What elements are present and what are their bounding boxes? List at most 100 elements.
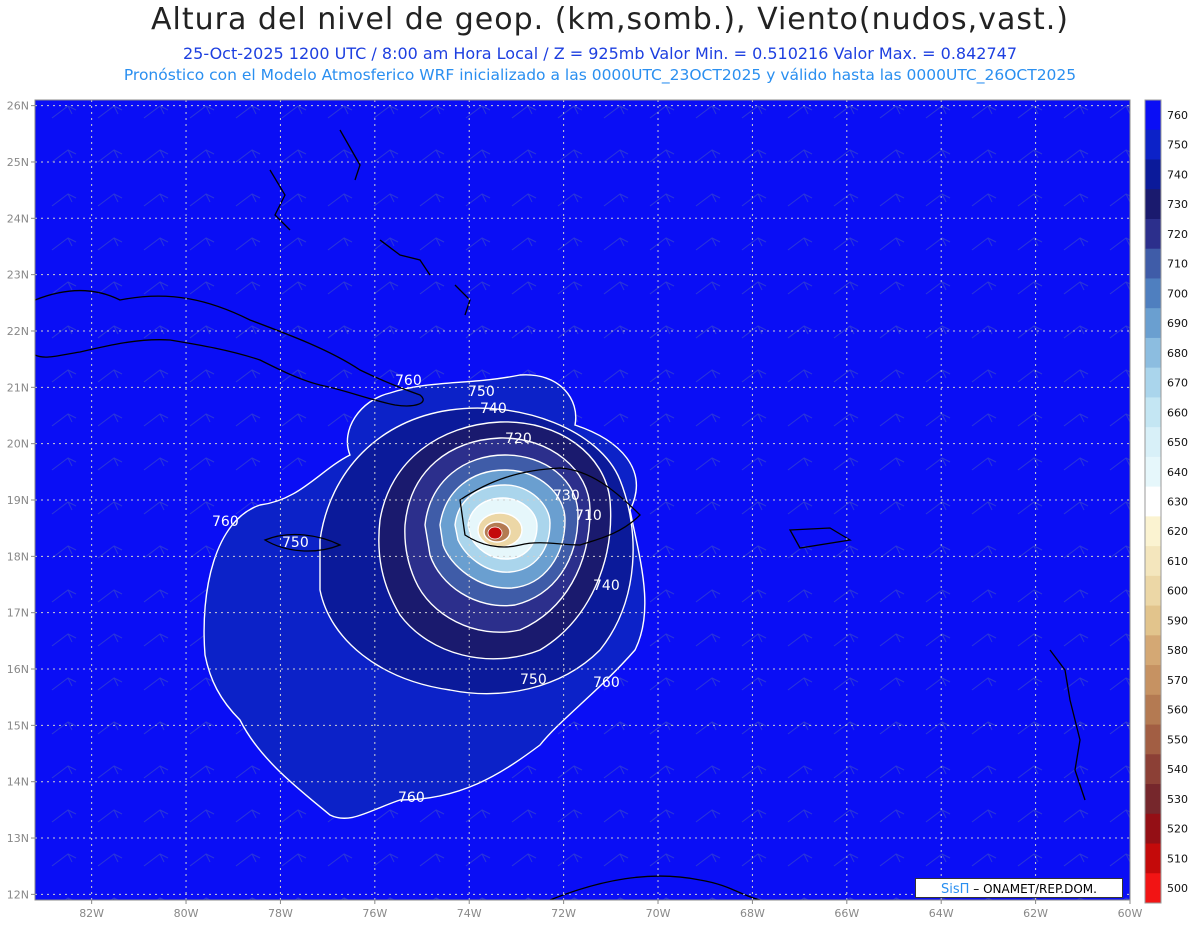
colorbar-swatch	[1145, 486, 1161, 517]
colorbar-swatch	[1145, 784, 1161, 815]
colorbar-swatch	[1145, 873, 1161, 904]
contour-label: 730	[553, 488, 580, 504]
colorbar-label: 570	[1167, 674, 1188, 687]
colorbar-label: 730	[1167, 198, 1188, 211]
lat-tick-label: 17N	[7, 607, 29, 620]
colorbar-swatch	[1145, 218, 1161, 250]
colorbar-swatch	[1145, 546, 1161, 577]
colorbar-label: 630	[1167, 496, 1188, 509]
colorbar-swatch	[1145, 605, 1161, 636]
colorbar-swatch	[1145, 397, 1161, 428]
lon-tick-label: 60W	[1118, 907, 1143, 920]
colorbar-label: 510	[1167, 852, 1188, 865]
contour-label: 750	[282, 535, 309, 551]
colorbar-label: 720	[1167, 228, 1188, 241]
lon-tick-label: 74W	[457, 907, 482, 920]
lat-tick-label: 24N	[7, 212, 29, 225]
colorbar: 760 750 740 730 720 710 700 690 680 670 660 650 640 6…	[1144, 99, 1188, 904]
colorbar-label: 760	[1167, 109, 1188, 122]
latitude-labels: 26N 25N 24N 23N 22N 21N 20N 19N 18N 17N 16N 15N 14N 1…	[7, 100, 35, 901]
lat-tick-label: 14N	[7, 776, 29, 789]
colorbar-swatch	[1145, 367, 1161, 398]
lon-tick-label: 66W	[834, 907, 859, 920]
colorbar-swatch	[1145, 337, 1161, 369]
colorbar-label: 710	[1167, 258, 1188, 271]
contour-label: 760	[398, 790, 425, 806]
colorbar-swatch	[1145, 129, 1161, 160]
colorbar-label: 650	[1167, 436, 1188, 449]
colorbar-swatch	[1145, 456, 1161, 488]
lon-tick-label: 68W	[740, 907, 765, 920]
lat-tick-label: 22N	[7, 325, 29, 338]
lat-tick-label: 25N	[7, 156, 29, 169]
colorbar-label: 530	[1167, 793, 1188, 806]
lon-tick-label: 78W	[268, 907, 293, 920]
contour-label: 740	[593, 578, 620, 594]
lat-tick-label: 15N	[7, 719, 29, 732]
lat-tick-label: 23N	[7, 269, 29, 282]
colorbar-swatch	[1145, 427, 1161, 458]
colorbar-label: 620	[1167, 525, 1188, 538]
longitude-labels: 82W 80W 78W 76W 74W 72W 70W 68W 66W 64W 62W 60W	[79, 900, 1143, 920]
colorbar-swatch	[1145, 278, 1161, 309]
lon-tick-label: 72W	[551, 907, 576, 920]
colorbar-swatch	[1145, 813, 1161, 845]
colorbar-swatch	[1145, 843, 1161, 874]
credit-box: SisΠ – ONAMET/REP.DOM.	[915, 878, 1123, 898]
lon-tick-label: 64W	[929, 907, 954, 920]
colorbar-swatch	[1145, 308, 1161, 339]
colorbar-label: 600	[1167, 585, 1188, 598]
colorbar-swatch	[1145, 575, 1161, 607]
colorbar-swatch	[1145, 665, 1161, 696]
colorbar-label: 740	[1167, 168, 1188, 181]
contour-label: 760	[593, 675, 620, 691]
colorbar-label: 680	[1167, 347, 1188, 360]
colorbar-label: 660	[1167, 406, 1188, 419]
colorbar-swatch	[1145, 248, 1161, 279]
colorbar-swatch	[1145, 724, 1161, 755]
colorbar-swatch	[1145, 189, 1161, 220]
credit-text: – ONAMET/REP.DOM.	[973, 882, 1097, 896]
colorbar-label: 540	[1167, 763, 1188, 776]
credit-brand: SisΠ	[941, 882, 970, 897]
contour-label: 760	[212, 514, 239, 530]
colorbar-swatch	[1145, 694, 1161, 726]
contour-label: 760	[395, 373, 422, 389]
colorbar-label: 550	[1167, 733, 1188, 746]
colorbar-label: 610	[1167, 555, 1188, 568]
lat-tick-label: 12N	[7, 888, 29, 901]
lat-tick-label: 26N	[7, 100, 29, 113]
colorbar-label: 690	[1167, 317, 1188, 330]
colorbar-label: 670	[1167, 377, 1188, 390]
storm-core	[487, 526, 503, 540]
colorbar-label: 700	[1167, 287, 1188, 300]
forecast-map: 760 750 740 720 730 710 760 750 740 750 …	[7, 99, 1188, 920]
colorbar-label: 580	[1167, 644, 1188, 657]
colorbar-swatch	[1145, 516, 1161, 547]
colorbar-label: 750	[1167, 139, 1188, 152]
lat-tick-label: 18N	[7, 550, 29, 563]
colorbar-swatch	[1145, 635, 1161, 666]
colorbar-label: 520	[1167, 823, 1188, 836]
lon-tick-label: 70W	[646, 907, 671, 920]
contour-label: 750	[468, 384, 495, 400]
lon-tick-label: 76W	[362, 907, 387, 920]
contour-label: 720	[505, 431, 532, 447]
colorbar-label: 560	[1167, 704, 1188, 717]
lat-tick-label: 19N	[7, 494, 29, 507]
colorbar-swatch	[1145, 100, 1161, 131]
colorbar-label: 590	[1167, 614, 1188, 627]
colorbar-label: 640	[1167, 466, 1188, 479]
contour-label: 740	[480, 401, 507, 417]
lat-tick-label: 13N	[7, 832, 29, 845]
lon-tick-label: 62W	[1023, 907, 1048, 920]
lat-tick-label: 21N	[7, 381, 29, 394]
colorbar-label: 500	[1167, 882, 1188, 895]
contour-label: 710	[575, 508, 602, 524]
colorbar-swatch	[1145, 754, 1161, 785]
lon-tick-label: 82W	[79, 907, 104, 920]
colorbar-swatch	[1145, 159, 1161, 190]
contour-label: 750	[520, 672, 547, 688]
lat-tick-label: 20N	[7, 438, 29, 451]
lat-tick-label: 16N	[7, 663, 29, 676]
